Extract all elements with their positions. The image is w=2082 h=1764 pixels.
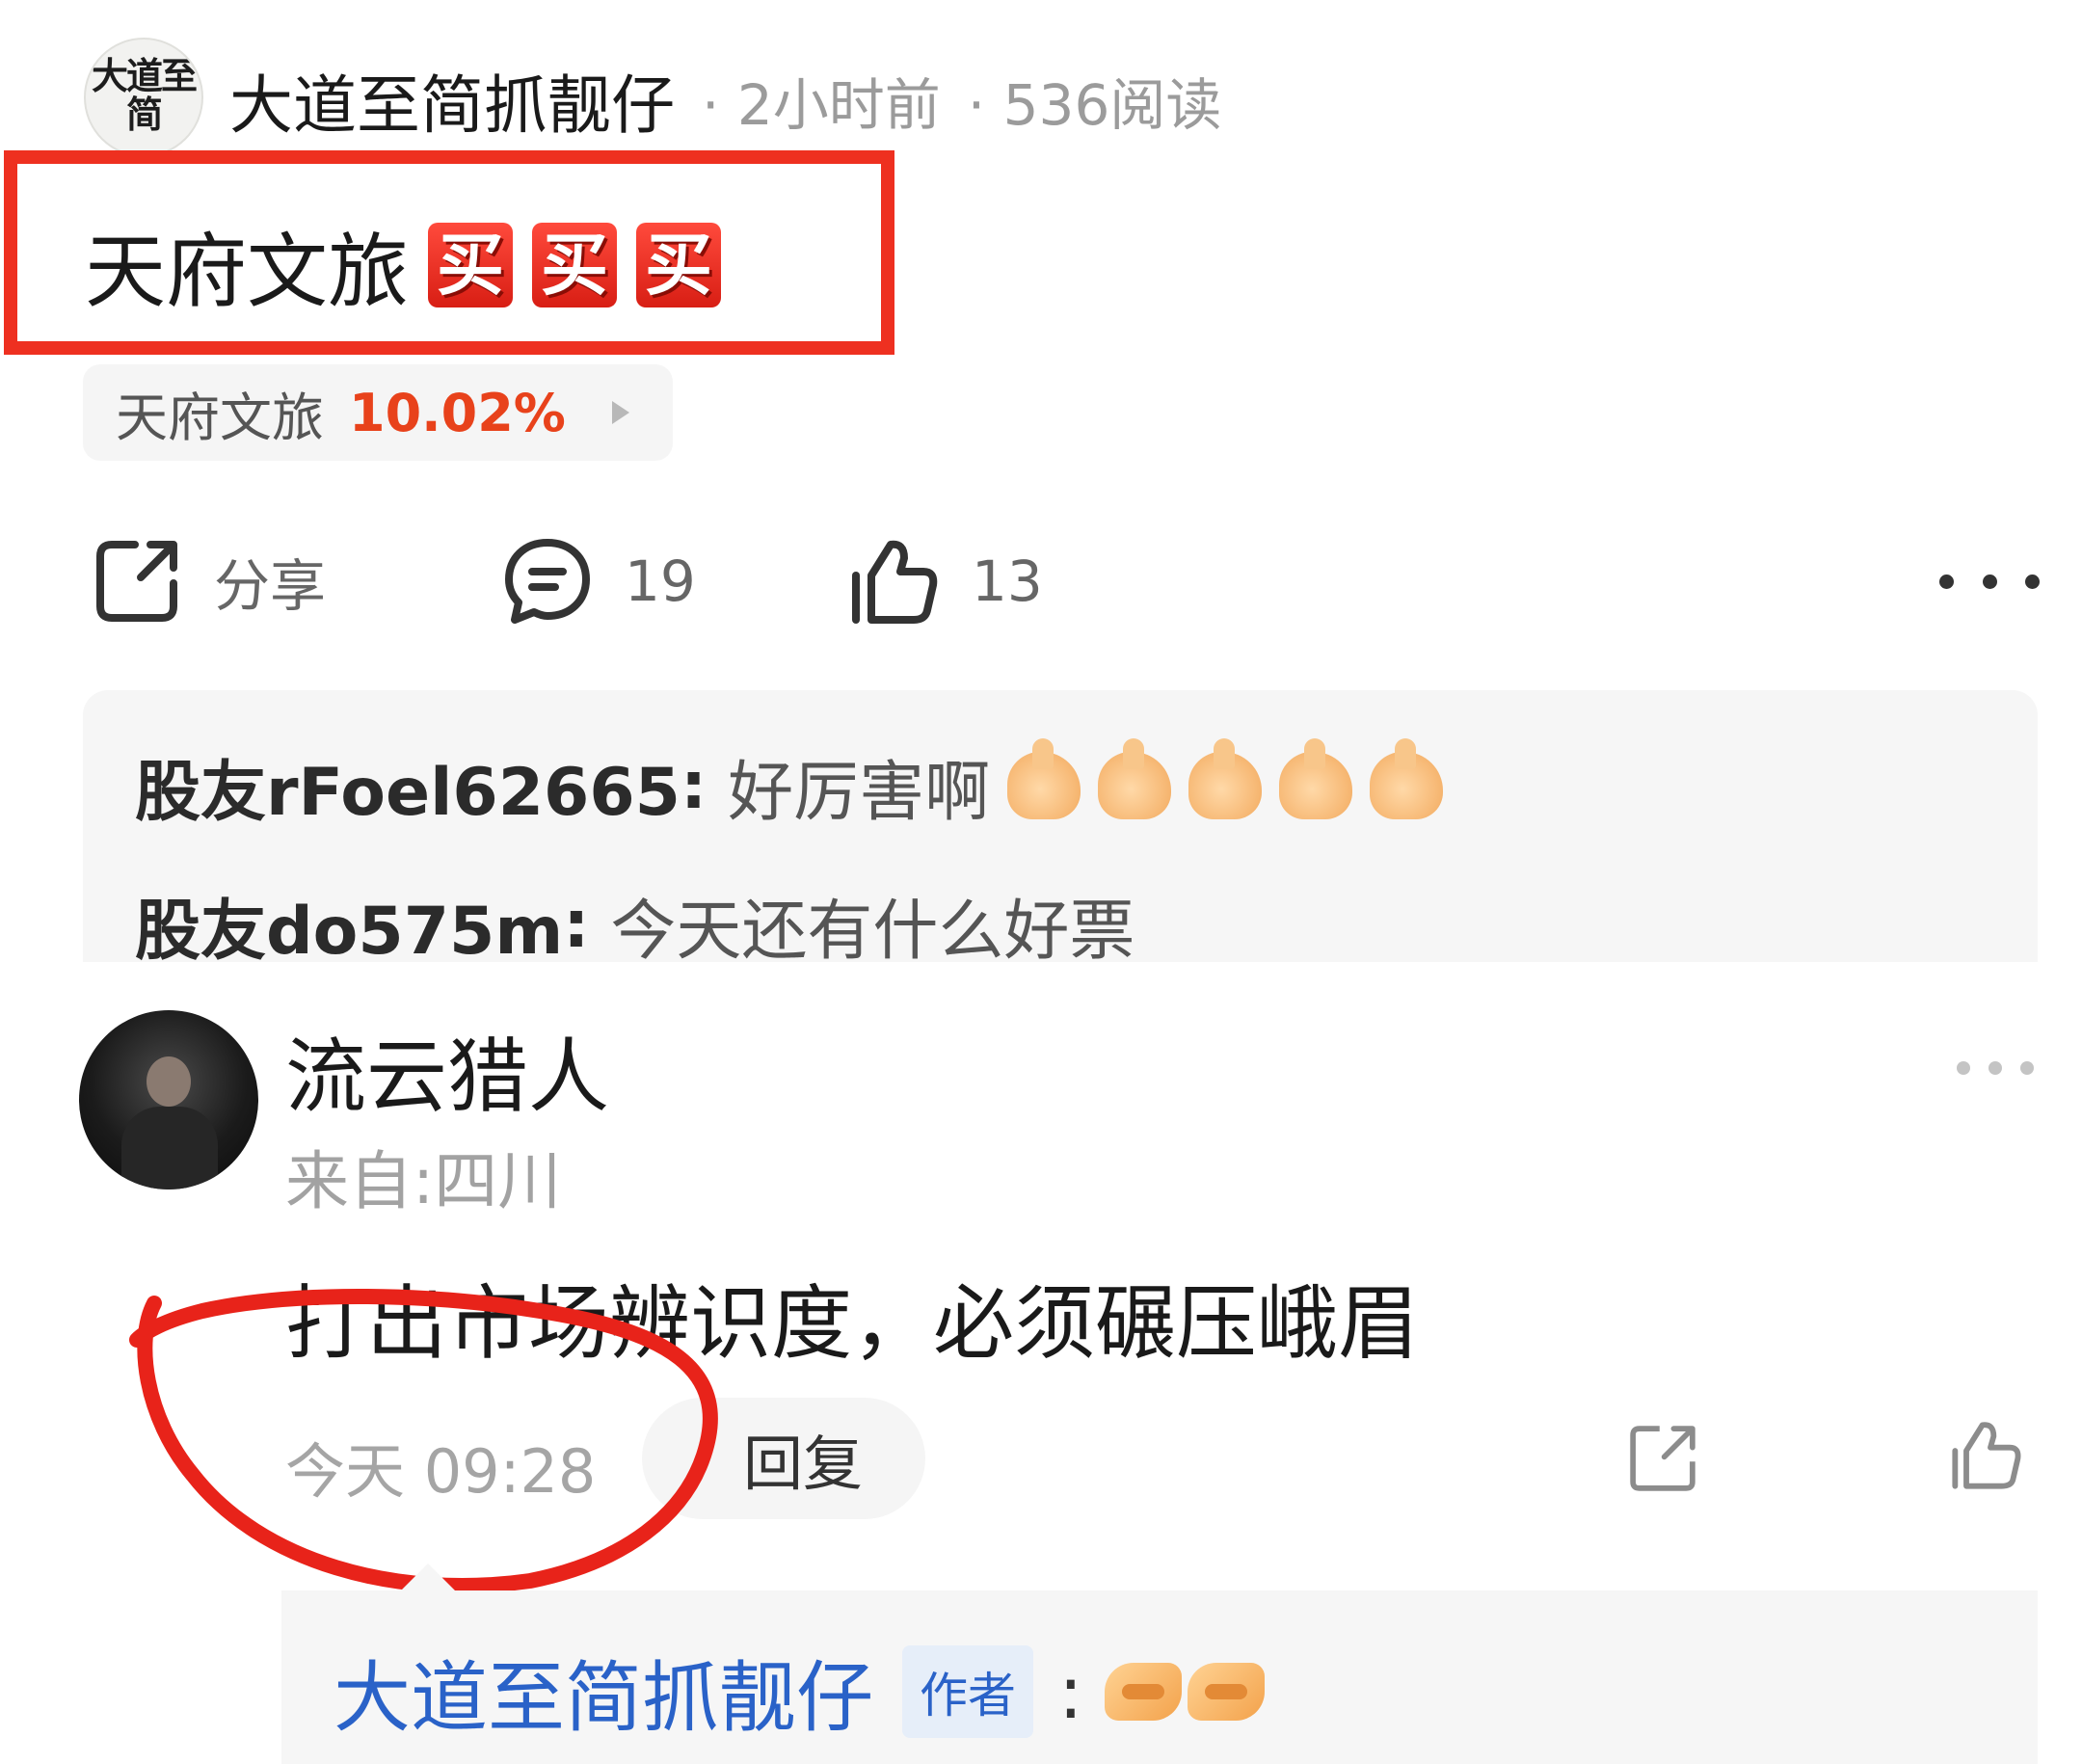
handshake-icon bbox=[1104, 1663, 1182, 1721]
comment-button[interactable]: 19 bbox=[501, 528, 696, 634]
stock-name: 天府文旅 bbox=[116, 387, 324, 448]
share-label: 分享 bbox=[214, 553, 327, 619]
play-arrow-icon bbox=[611, 401, 629, 424]
reply-pointer bbox=[401, 1564, 455, 1590]
stock-change: 10.02% bbox=[349, 382, 566, 443]
preview-text: 好厉害啊 bbox=[728, 754, 991, 831]
avatar-calligraphy: 大道至简 bbox=[91, 54, 198, 136]
share-icon bbox=[96, 541, 177, 622]
title-highlight-box bbox=[4, 150, 894, 355]
preview-text: 今天还有什么好票 bbox=[610, 893, 1135, 963]
thumbs-up-icon bbox=[1098, 738, 1172, 819]
reply-author[interactable]: 大道至简抓靓仔 bbox=[334, 1636, 873, 1748]
author-badge: 作者 bbox=[902, 1645, 1033, 1738]
post-time: · 2小时前 bbox=[702, 72, 941, 138]
preview-colon: : bbox=[563, 886, 590, 963]
reply-colon: : bbox=[1058, 1648, 1083, 1735]
share-button[interactable]: 分享 bbox=[91, 528, 326, 634]
share-icon[interactable] bbox=[1625, 1421, 1700, 1496]
like-count: 13 bbox=[972, 548, 1043, 614]
like-icon bbox=[852, 540, 938, 624]
author-avatar[interactable]: 大道至简 bbox=[84, 38, 203, 157]
thumbs-up-icon bbox=[1279, 738, 1353, 819]
author-name[interactable]: 大道至简抓靓仔 bbox=[229, 54, 675, 147]
preview-user[interactable]: 股友do575m bbox=[135, 877, 563, 963]
stock-chip[interactable]: 天府文旅 10.02% bbox=[83, 364, 673, 461]
comment-more-icon[interactable] bbox=[1957, 1058, 2034, 1078]
thumbs-up-icon bbox=[1007, 738, 1081, 819]
more-icon[interactable] bbox=[1939, 569, 2040, 594]
comment-preview[interactable]: 股友rFoel62665 : 好厉害啊 股友do575m : 今天还有什么好票 bbox=[83, 690, 2038, 962]
preview-comment: 股友do575m : 今天还有什么好票 bbox=[135, 871, 1135, 963]
comment-icon bbox=[505, 539, 590, 624]
thumbs-up-icon bbox=[1188, 738, 1263, 819]
commenter-avatar[interactable] bbox=[79, 1010, 258, 1189]
post-reads: · 536阅读 bbox=[967, 72, 1222, 138]
handshake-icon bbox=[1187, 1663, 1265, 1721]
author-reply: 大道至简抓靓仔 作者 : bbox=[334, 1639, 1270, 1745]
commenter-name[interactable]: 流云猎人 bbox=[285, 1012, 609, 1129]
preview-user[interactable]: 股友rFoel62665 bbox=[135, 738, 681, 834]
like-icon[interactable] bbox=[1947, 1417, 2024, 1494]
comment-count: 19 bbox=[625, 548, 696, 614]
thumbs-up-icon bbox=[1370, 738, 1444, 819]
like-button[interactable]: 13 bbox=[848, 528, 1043, 634]
post-meta: 大道至简抓靓仔 · 2小时前 · 536阅读 bbox=[229, 58, 1221, 143]
preview-colon: : bbox=[680, 747, 707, 824]
commenter-location: 来自:四川 bbox=[285, 1144, 562, 1218]
preview-comment: 股友rFoel62665 : 好厉害啊 bbox=[135, 733, 1444, 839]
